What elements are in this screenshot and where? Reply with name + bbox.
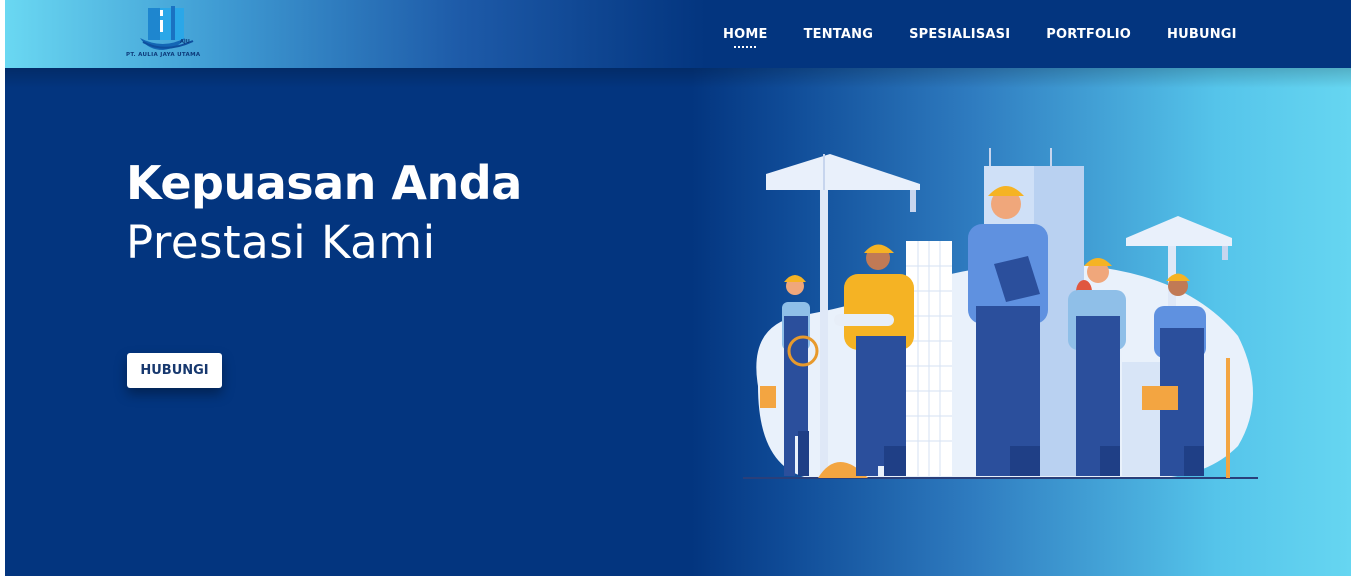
nav-tentang[interactable]: TENTANG — [786, 0, 892, 68]
navbar: AJU PT. AULIA JAYA UTAMA HOME TENTANG SP… — [5, 0, 1351, 68]
nav-hubungi[interactable]: HUBUNGI — [1149, 0, 1255, 68]
nav-home[interactable]: HOME — [705, 0, 786, 68]
main-nav: HOME TENTANG SPESIALISASI PORTFOLIO HUBU… — [705, 0, 1255, 68]
nav-portfolio[interactable]: PORTFOLIO — [1028, 0, 1149, 68]
hero-section: Kepuasan Anda Prestasi Kami HUBUNGI — [5, 68, 1351, 576]
hero-title: Kepuasan Anda — [126, 156, 522, 210]
construction-workers-illustration — [743, 148, 1258, 479]
hero-subtitle: Prestasi Kami — [126, 216, 436, 269]
worker-4 — [1068, 258, 1126, 476]
hubungi-button[interactable]: HUBUNGI — [127, 353, 222, 388]
company-name: PT. AULIA JAYA UTAMA — [126, 52, 201, 58]
hero-shadow — [5, 68, 1351, 88]
worker-3 — [968, 186, 1048, 476]
logo-initials: AJU — [180, 39, 190, 45]
nav-spesialisasi[interactable]: SPESIALISASI — [891, 0, 1028, 68]
page: AJU PT. AULIA JAYA UTAMA HOME TENTANG SP… — [5, 0, 1351, 576]
